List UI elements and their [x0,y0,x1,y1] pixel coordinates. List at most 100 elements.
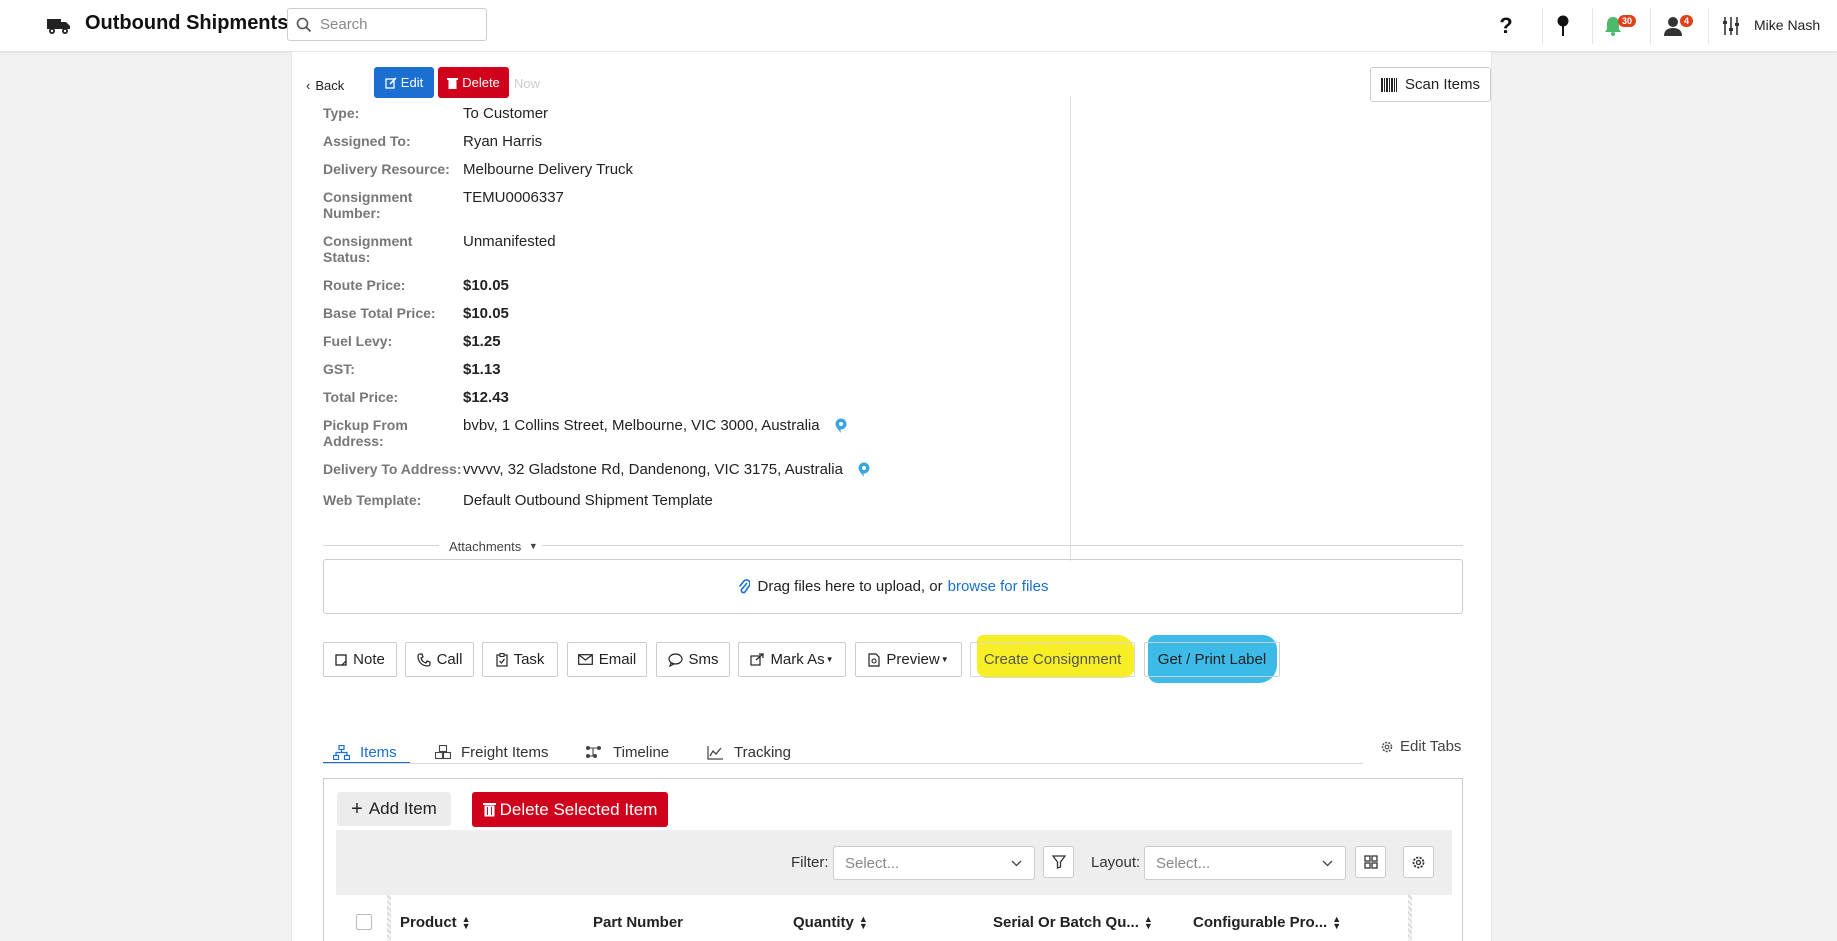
truck-icon [47,19,70,34]
attachments-toggle[interactable]: Attachments ▼ [449,539,538,554]
trash-icon [447,77,459,89]
location-button[interactable] [1548,0,1578,52]
column-header-part-number-label: Part Number [593,914,684,931]
back-button[interactable]: ‹ Back [302,70,349,100]
scan-items-button[interactable]: Scan Items [1370,67,1491,102]
mark-as-dropdown[interactable]: Mark As ▼ [738,642,846,677]
phone-icon [416,652,431,667]
delete-selected-button[interactable]: Delete Selected Item [472,792,668,827]
delete-selected-label: Delete Selected Item [499,799,658,819]
caret-down-icon: ▼ [825,655,834,664]
web-template-label: Web Template: [323,492,422,508]
table-settings-button[interactable] [1403,846,1434,878]
column-header-quantity[interactable]: Quantity ▲ ▼ [793,913,868,931]
top-bar: Outbound Shipments ? 30 4 Mike Nash [0,0,1837,52]
gst-value: $1.13 [463,361,501,378]
search-box[interactable] [287,8,487,41]
pickup-address-value: bvbv, 1 Collins Street, Melbourne, VIC 3… [463,417,820,434]
create-consignment-button[interactable]: Create Consignment [970,642,1135,677]
layout-select-placeholder: Select... [1156,854,1211,872]
note-icon [335,653,347,666]
call-label: Call [436,651,463,668]
user-name[interactable]: Mike Nash [1754,17,1820,33]
toolbar-divider [1708,8,1709,44]
column-resize-handle[interactable] [387,895,391,941]
shipment-detail-card: Now ‹ Back Edit Delete Scan Items Type: … [291,52,1492,941]
help-button[interactable]: ? [1490,0,1522,52]
add-item-button[interactable]: + Add Item [337,792,451,826]
filter-select-placeholder: Select... [845,854,900,872]
create-consignment-label: Create Consignment [983,651,1122,668]
column-header-serial-batch[interactable]: Serial Or Batch Qu... ▲ ▼ [993,913,1153,931]
filter-select[interactable]: Select... [833,846,1035,880]
map-pin-icon[interactable] [857,462,871,478]
layout-select[interactable]: Select... [1144,846,1346,880]
layout-grid-button[interactable] [1355,846,1386,878]
sliders-icon [1723,17,1739,35]
column-resize-handle[interactable] [1408,895,1412,941]
column-header-configurable[interactable]: Configurable Pro... ▲ ▼ [1193,913,1342,931]
grid-icon [1363,855,1378,869]
note-button[interactable]: Note [323,642,397,677]
task-button[interactable]: Task [482,642,558,677]
column-header-part-number[interactable]: Part Number [593,914,683,931]
call-button[interactable]: Call [405,642,474,677]
total-price-label: Total Price: [323,389,399,405]
route-price-value: $10.05 [463,277,509,294]
plus-icon: + [351,797,363,820]
sort-icon: ▲ ▼ [858,913,868,931]
search-input[interactable] [320,16,480,33]
note-label: Note [353,651,385,668]
items-panel: + Add Item Delete Selected Item Filter: … [323,778,1463,941]
edit-tabs-button[interactable]: Edit Tabs [1380,738,1461,755]
chevron-down-icon [1322,860,1333,867]
edit-icon [385,76,397,89]
tab-freight-items-label: Freight Items [461,743,549,761]
add-item-label: Add Item [368,799,437,818]
trash-icon [482,803,496,817]
email-button[interactable]: Email [567,642,647,677]
obscured-header-text: Now [514,76,541,91]
clipboard-check-icon [495,652,508,667]
pickup-address-row: bvbv, 1 Collins Street, Melbourne, VIC 3… [463,417,848,434]
toolbar-divider [1592,8,1593,44]
column-header-configurable-label: Configurable Pro... [1193,914,1328,931]
delete-label: Delete [462,75,500,90]
back-label: Back [315,77,345,93]
sort-icon: ▲ ▼ [1143,913,1153,931]
preview-label: Preview [886,651,940,668]
timeline-icon [586,746,601,758]
file-dropzone[interactable]: Drag files here to upload, or browse for… [323,559,1463,614]
sort-icon: ▲ ▼ [1332,913,1342,931]
delete-button[interactable]: Delete [438,67,509,98]
settings-button[interactable] [1718,0,1744,52]
edit-button[interactable]: Edit [374,67,434,98]
users-badge: 4 [1680,15,1694,27]
print-label-button[interactable]: Get / Print Label [1144,642,1280,677]
type-label: Type: [323,105,360,121]
preview-dropdown[interactable]: Preview ▼ [855,642,962,677]
dropzone-text: Drag files here to upload, or [757,578,943,595]
browse-files-link[interactable]: browse for files [948,578,1049,595]
toolbar-divider [1650,8,1651,44]
consignment-number-label: Consignment Number: [323,189,413,221]
gear-icon [1381,741,1393,752]
filter-button[interactable] [1043,846,1074,878]
tab-tracking-label: Tracking [734,743,791,761]
column-header-product[interactable]: Product ▲ ▼ [400,914,471,931]
base-total-price-label: Base Total Price: [323,305,436,321]
route-price-label: Route Price: [323,277,406,293]
tab-timeline-label: Timeline [613,743,670,761]
delivery-resource-value: Melbourne Delivery Truck [463,161,634,178]
tabs-baseline [323,763,1363,764]
pickup-address-label: Pickup From Address: [323,417,408,449]
chevron-down-icon [1011,860,1022,867]
sms-button[interactable]: Sms [656,642,730,677]
caret-down-icon: ▼ [528,541,538,551]
select-all-checkbox[interactable] [356,914,372,930]
attachments-title: Attachments [449,539,522,554]
envelope-icon [577,654,593,665]
map-pin-icon[interactable] [834,418,848,434]
help-icon: ? [1499,13,1513,38]
app-title: Outbound Shipments [85,12,289,34]
